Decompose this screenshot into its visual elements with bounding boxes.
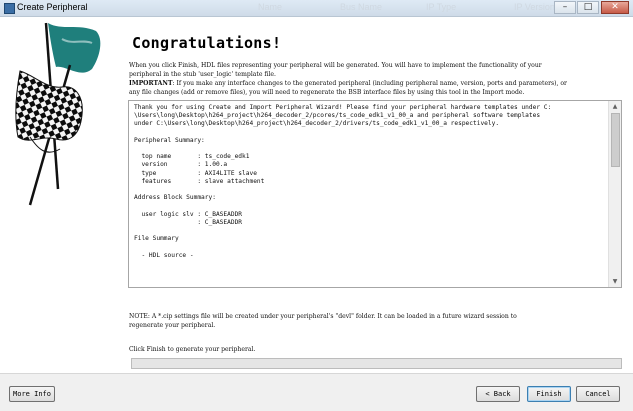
summary-line — [134, 145, 606, 153]
ghost-column-ip-type: IP Type — [426, 2, 457, 12]
note-line-1: NOTE: A *.cip settings file will be crea… — [129, 313, 517, 320]
important-text: IMPORTANT: If you make any interface cha… — [129, 80, 627, 97]
ghost-column-name: Name — [258, 2, 283, 12]
vertical-scrollbar[interactable]: ▲ ▼ — [608, 101, 621, 287]
summary-line: Address Block Summary: — [134, 194, 216, 202]
note-line-2: regenerate your peripheral. — [129, 321, 216, 329]
summary-line: under C:\Users\long\Desktop\h264_project… — [134, 120, 500, 128]
important-label: IMPORTANT — [129, 80, 173, 87]
ghost-column-ip-version: IP Version — [514, 2, 555, 12]
summary-line — [134, 243, 606, 251]
summary-line — [134, 202, 606, 210]
intro-text: When you click Finish, HDL files represe… — [129, 62, 627, 79]
scroll-thumb[interactable] — [611, 113, 620, 167]
scroll-down-icon[interactable]: ▼ — [609, 276, 621, 287]
checkered-flag-icon — [15, 22, 101, 206]
button-bar: More Info < Back Finish Cancel — [0, 373, 633, 411]
summary-line: type : AXI4LITE slave — [134, 169, 257, 177]
window-title: Create Peripheral — [17, 2, 88, 12]
minimize-button[interactable]: – — [554, 1, 576, 14]
summary-line — [134, 129, 606, 137]
summary-line — [134, 227, 606, 235]
back-button[interactable]: < Back — [476, 386, 520, 402]
summary-line: - HDL source - — [134, 251, 194, 259]
intro-line-2: peripheral in the stub 'user_logic' temp… — [129, 70, 276, 78]
scroll-up-icon[interactable]: ▲ — [609, 101, 621, 112]
window-titlebar: Create Peripheral Name Bus Name IP Type … — [0, 0, 633, 17]
more-info-button[interactable]: More Info — [9, 386, 55, 402]
important-line-2: any file changes (add or remove files), … — [129, 88, 525, 96]
summary-line: top name : ts_code_edk1 — [134, 153, 250, 161]
wizard-side-panel — [0, 17, 115, 373]
note-text: NOTE: A *.cip settings file will be crea… — [129, 313, 627, 330]
summary-line: Thank you for using Create and Import Pe… — [134, 104, 552, 111]
summary-line — [134, 186, 606, 194]
summary-line: Peripheral Summary: — [134, 136, 205, 144]
finish-hint: Click Finish to generate your peripheral… — [129, 346, 256, 353]
maximize-button[interactable]: □ — [577, 1, 599, 14]
summary-textbox[interactable]: Thank you for using Create and Import Pe… — [128, 100, 622, 288]
summary-line: File Summary — [134, 235, 179, 243]
summary-line: version : 1.00.a — [134, 161, 228, 169]
summary-line: : C_BASEADDR — [134, 218, 243, 226]
summary-line: \Users\long\Desktop\h264_project\h264_de… — [134, 112, 541, 120]
summary-line: user logic slv : C_BASEADDR — [134, 210, 243, 218]
generation-progress-bar — [131, 358, 622, 369]
important-line-1: : If you make any interface changes to t… — [172, 80, 567, 87]
summary-content: Thank you for using Create and Import Pe… — [134, 104, 606, 260]
page-title: Congratulations! — [132, 34, 282, 52]
close-button[interactable]: ✕ — [601, 1, 629, 14]
summary-line: features : slave attachment — [134, 177, 265, 185]
cancel-button[interactable]: Cancel — [576, 386, 620, 402]
app-icon — [4, 3, 15, 14]
intro-line-1: When you click Finish, HDL files represe… — [129, 62, 542, 69]
ghost-column-bus-name: Bus Name — [340, 2, 383, 12]
finish-button[interactable]: Finish — [527, 386, 571, 402]
